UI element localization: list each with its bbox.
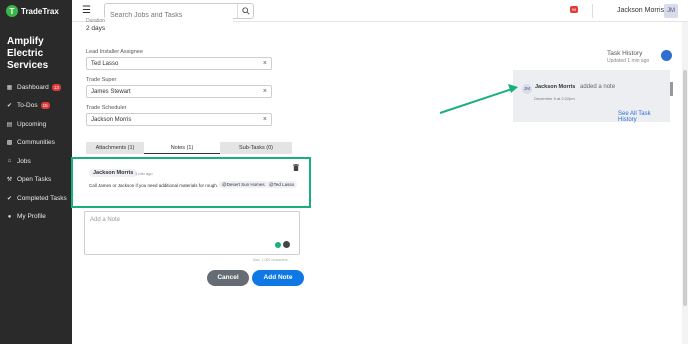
history-scrollbar[interactable] (670, 82, 673, 96)
header-user-name[interactable]: Jackson Morris (617, 7, 664, 14)
page-scrollbar-thumb[interactable] (683, 70, 687, 306)
mention-icon[interactable] (275, 242, 281, 248)
search-icon (241, 7, 250, 15)
sidebar: Amplify Electric Services ▦ Dashboard 13… (0, 22, 72, 344)
lead-installer-label: Lead Installer Assignee (86, 49, 143, 55)
sidebar-item-label: Dashboard (17, 83, 49, 91)
sidebar-nav: ▦ Dashboard 13 ✔ To-Dos 15 ▤ Upcoming ▩ … (0, 78, 72, 226)
history-entry-date: December 5 at 2:22pm (534, 96, 575, 101)
field-value: Ted Lasso (91, 61, 119, 67)
note-card: Jackson Morris 1 min ago Call James or J… (71, 157, 311, 208)
avatar[interactable]: JM (664, 4, 678, 18)
search-input[interactable] (105, 8, 233, 23)
sidebar-item-label: Open Tasks (17, 176, 52, 184)
refresh-icon[interactable] (661, 50, 672, 61)
field-value: James Stewart (91, 89, 131, 95)
sidebar-item-jobs[interactable]: ⌂ Jobs (0, 152, 72, 171)
lead-installer-field[interactable]: Ted Lasso × (86, 57, 272, 70)
avatar: JM (522, 84, 532, 94)
trade-scheduler-label: Trade Scheduler (86, 105, 127, 111)
brand[interactable]: T TradeTrax (0, 0, 72, 22)
history-entry-action: added a note (580, 84, 616, 90)
duration-label: Duration (86, 18, 105, 24)
tab-bar: Attachments (1) Notes (1) Sub-Tasks (0) (86, 142, 302, 154)
task-history-title: Task History (607, 50, 643, 57)
sidebar-item-open-tasks[interactable]: ⚒ Open Tasks (0, 171, 72, 190)
clear-icon[interactable]: × (263, 88, 267, 95)
task-history-updated: Updated 1 min ago (607, 58, 650, 64)
sidebar-item-label: Completed Tasks (17, 194, 67, 202)
trade-super-field[interactable]: James Stewart × (86, 85, 272, 98)
note-timestamp: 1 min ago (135, 171, 153, 176)
check-circle-icon: ✔ (6, 103, 13, 110)
clear-icon[interactable]: × (263, 60, 267, 67)
user-circle-icon: ● (7, 213, 12, 220)
search-button[interactable] (237, 4, 253, 18)
duration-value: 2 days (86, 25, 106, 32)
company-name: Amplify Electric Services (0, 22, 72, 72)
tab-notes[interactable]: Notes (1) (144, 142, 220, 154)
menu-toggle-icon[interactable]: ☰ (82, 5, 91, 16)
tab-attachments[interactable]: Attachments (1) (86, 142, 144, 154)
search-box[interactable] (104, 3, 254, 23)
see-all-history-link[interactable]: See All Task History (618, 111, 670, 123)
notification-badge[interactable]: 99 (570, 6, 578, 13)
sidebar-item-my-profile[interactable]: ● My Profile (0, 208, 72, 227)
note-placeholder: Add a Note (90, 217, 121, 223)
note-author[interactable]: Jackson Morris (89, 169, 138, 177)
tab-subtasks[interactable]: Sub-Tasks (0) (220, 142, 292, 154)
sidebar-item-label: To-Dos (17, 102, 38, 110)
sidebar-item-completed-tasks[interactable]: ✔ Completed Tasks (0, 189, 72, 208)
sidebar-item-label: Communities (17, 139, 55, 147)
count-badge: 13 (51, 83, 61, 91)
sidebar-item-label: Upcoming (17, 120, 47, 128)
task-history-panel: JM Jackson Morris added a note December … (513, 70, 670, 123)
sidebar-item-todos[interactable]: ✔ To-Dos 15 (0, 97, 72, 116)
trade-super-label: Trade Super (86, 77, 117, 83)
wrench-icon: ⚒ (6, 177, 13, 184)
sidebar-item-label: Jobs (17, 157, 31, 165)
company-name-line: Amplify (7, 36, 44, 47)
character-limit: Max. 1,000 characters (253, 258, 288, 262)
note-tag[interactable]: @Desert Sun Homes (219, 181, 268, 188)
brand-name: TradeTrax (21, 6, 59, 16)
note-text: Call James or Jackson if you need additi… (89, 183, 219, 188)
add-note-button[interactable]: Add Note (252, 270, 304, 286)
count-badge: 15 (40, 102, 50, 110)
history-entry-author: Jackson Morris (535, 84, 576, 90)
header-divider (592, 4, 593, 18)
trash-icon[interactable] (293, 164, 299, 171)
sidebar-item-upcoming[interactable]: ▤ Upcoming (0, 115, 72, 134)
cancel-button[interactable]: Cancel (207, 270, 249, 286)
home-icon: ⌂ (7, 158, 12, 165)
dashboard-icon: ▦ (6, 84, 13, 91)
calendar-icon: ▤ (6, 121, 13, 128)
clear-icon[interactable]: × (263, 116, 267, 123)
check-circle-icon: ✔ (6, 195, 13, 202)
note-textarea[interactable]: Add a Note (84, 211, 300, 255)
sidebar-item-label: My Profile (17, 213, 46, 221)
company-name-line: Electric (7, 48, 44, 59)
company-name-line: Services (7, 60, 49, 71)
field-value: Jackson Morris (91, 117, 132, 123)
sidebar-item-dashboard[interactable]: ▦ Dashboard 13 (0, 78, 72, 97)
sidebar-item-communities[interactable]: ▩ Communities (0, 134, 72, 153)
building-icon: ▩ (6, 140, 13, 147)
note-tag[interactable]: @Ted Lasso (266, 181, 298, 188)
brand-logo-icon: T (6, 5, 18, 17)
emoji-icon[interactable] (283, 241, 290, 248)
trade-scheduler-field[interactable]: Jackson Morris × (86, 113, 272, 126)
